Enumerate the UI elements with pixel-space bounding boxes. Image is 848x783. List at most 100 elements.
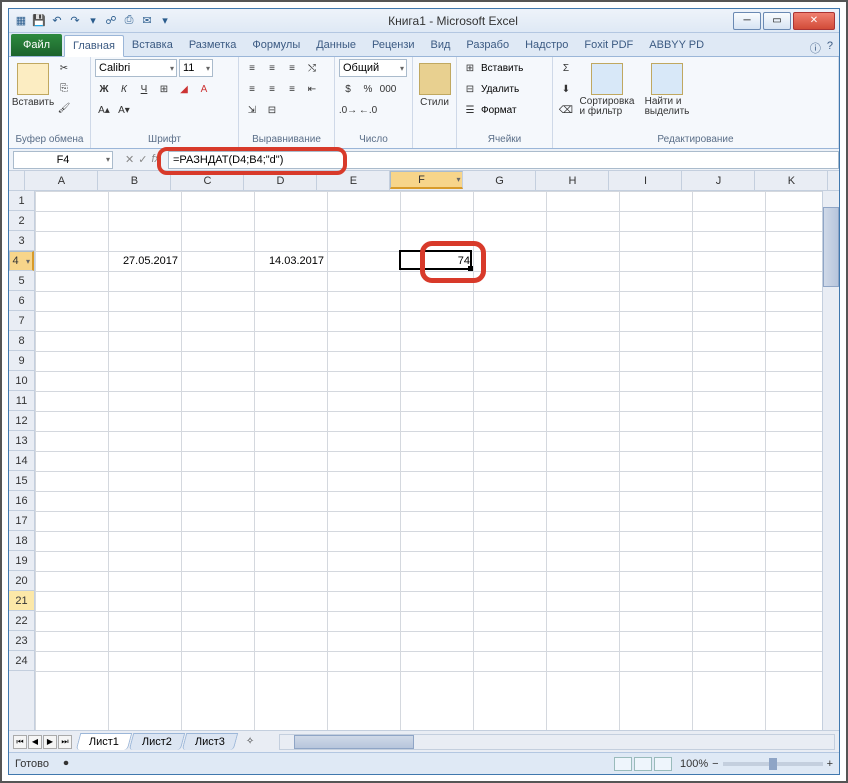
row-header[interactable]: 21 [9, 591, 34, 611]
number-format-select[interactable]: Общий [339, 59, 407, 77]
maximize-button[interactable]: ▭ [763, 12, 791, 30]
row-header[interactable]: 4 [9, 251, 34, 271]
sheet-tab[interactable]: Лист3 [182, 733, 239, 750]
increase-font-icon[interactable]: A▴ [95, 101, 113, 119]
row-header[interactable]: 1 [9, 191, 34, 211]
row-header[interactable]: 6 [9, 291, 34, 311]
sheet-tab[interactable]: Лист1 [76, 733, 133, 750]
font-color-button[interactable]: A [195, 80, 213, 98]
column-header[interactable]: F [390, 171, 463, 189]
align-right-icon[interactable]: ≡ [283, 80, 301, 98]
tab-home[interactable]: Главная [64, 35, 124, 57]
column-header[interactable]: A [25, 171, 98, 190]
scroll-thumb[interactable] [823, 207, 839, 287]
normal-view-icon[interactable] [614, 757, 632, 771]
cells-area[interactable]: 27.05.2017 14.03.2017 74 [35, 191, 822, 730]
bold-button[interactable]: Ж [95, 80, 113, 98]
select-all-corner[interactable] [9, 171, 25, 191]
formula-input[interactable]: =РАЗНДАТ(D4;B4;"d") [168, 151, 839, 169]
sort-filter-button[interactable]: Сортировка и фильтр [577, 59, 637, 125]
undo-icon[interactable]: ↶ [49, 13, 65, 29]
sheet-nav-last-icon[interactable]: ⏭ [58, 735, 72, 749]
tab-formulas[interactable]: Формулы [244, 34, 308, 56]
format-painter-icon[interactable]: 🖌 [55, 99, 73, 117]
cancel-formula-icon[interactable]: ✕ [125, 153, 134, 166]
format-cells-button[interactable]: ☰Формат [461, 101, 517, 119]
row-header[interactable]: 3 [9, 231, 34, 251]
zoom-out-icon[interactable]: − [712, 758, 718, 770]
qat-item-icon[interactable]: ✉ [139, 13, 155, 29]
tab-data[interactable]: Данные [308, 34, 364, 56]
column-header[interactable]: C [171, 171, 244, 190]
tab-abbyy[interactable]: ABBYY PD [641, 34, 712, 56]
row-header[interactable]: 17 [9, 511, 34, 531]
macro-record-icon[interactable]: ⏺ [57, 755, 75, 773]
row-header[interactable]: 20 [9, 571, 34, 591]
italic-button[interactable]: К [115, 80, 133, 98]
zoom-level[interactable]: 100% [680, 758, 708, 770]
cell-F4[interactable]: 74 [400, 251, 473, 271]
close-button[interactable]: ✕ [793, 12, 835, 30]
orientation-icon[interactable]: ⤭ [303, 59, 321, 77]
fill-color-button[interactable]: ◢ [175, 80, 193, 98]
align-left-icon[interactable]: ≡ [243, 80, 261, 98]
styles-button[interactable]: Стили [417, 59, 452, 125]
vertical-scrollbar[interactable] [822, 191, 839, 730]
delete-cells-button[interactable]: ⊟Удалить [461, 80, 519, 98]
qat-dropdown-icon[interactable]: ▾ [157, 13, 173, 29]
clear-icon[interactable]: ⌫ [557, 101, 575, 119]
row-header[interactable]: 19 [9, 551, 34, 571]
row-header[interactable]: 23 [9, 631, 34, 651]
paste-button[interactable]: Вставить [13, 59, 53, 125]
row-header[interactable]: 8 [9, 331, 34, 351]
underline-button[interactable]: Ч [135, 80, 153, 98]
column-header[interactable]: B [98, 171, 171, 190]
wrap-text-icon[interactable]: ⇲ [243, 101, 261, 119]
insert-cells-button[interactable]: ⊞Вставить [461, 59, 523, 77]
copy-icon[interactable]: ⎘ [55, 79, 73, 97]
autosum-icon[interactable]: Σ [557, 59, 575, 77]
column-header[interactable]: H [536, 171, 609, 190]
row-header[interactable]: 24 [9, 651, 34, 671]
sheet-nav-prev-icon[interactable]: ◀ [28, 735, 42, 749]
page-break-view-icon[interactable] [654, 757, 672, 771]
font-name-select[interactable]: Calibri [95, 59, 177, 77]
row-header[interactable]: 9 [9, 351, 34, 371]
column-header[interactable]: I [609, 171, 682, 190]
save-icon[interactable]: 💾 [31, 13, 47, 29]
sheet-nav-next-icon[interactable]: ▶ [43, 735, 57, 749]
fill-icon[interactable]: ⬇ [557, 80, 575, 98]
row-header[interactable]: 14 [9, 451, 34, 471]
align-bottom-icon[interactable]: ≡ [283, 59, 301, 77]
tab-view[interactable]: Вид [423, 34, 459, 56]
row-header[interactable]: 22 [9, 611, 34, 631]
align-middle-icon[interactable]: ≡ [263, 59, 281, 77]
row-header[interactable]: 13 [9, 431, 34, 451]
row-header[interactable]: 18 [9, 531, 34, 551]
font-size-select[interactable]: 11 [179, 59, 213, 77]
minimize-ribbon-icon[interactable]: ⓘ [810, 40, 821, 56]
column-header[interactable]: D [244, 171, 317, 190]
help-icon[interactable]: ? [827, 40, 833, 56]
column-header[interactable]: G [463, 171, 536, 190]
column-header[interactable]: K [755, 171, 828, 190]
sheet-nav-first-icon[interactable]: ⏮ [13, 735, 27, 749]
fx-icon[interactable]: fx [151, 153, 160, 166]
row-header[interactable]: 11 [9, 391, 34, 411]
tab-addins[interactable]: Надстро [517, 34, 576, 56]
file-tab[interactable]: Файл [11, 34, 62, 56]
border-button[interactable]: ⊞ [155, 80, 173, 98]
cell-D4[interactable]: 14.03.2017 [254, 251, 327, 271]
qat-item-icon[interactable]: ▾ [85, 13, 101, 29]
row-header[interactable]: 7 [9, 311, 34, 331]
page-layout-view-icon[interactable] [634, 757, 652, 771]
decrease-font-icon[interactable]: A▾ [115, 101, 133, 119]
scroll-thumb[interactable] [294, 735, 414, 749]
percent-icon[interactable]: % [359, 80, 377, 98]
row-header[interactable]: 2 [9, 211, 34, 231]
indent-icon[interactable]: ⇤ [303, 80, 321, 98]
row-header[interactable]: 5 [9, 271, 34, 291]
tab-review[interactable]: Рецензи [364, 34, 423, 56]
horizontal-scrollbar[interactable] [279, 734, 835, 750]
row-header[interactable]: 12 [9, 411, 34, 431]
